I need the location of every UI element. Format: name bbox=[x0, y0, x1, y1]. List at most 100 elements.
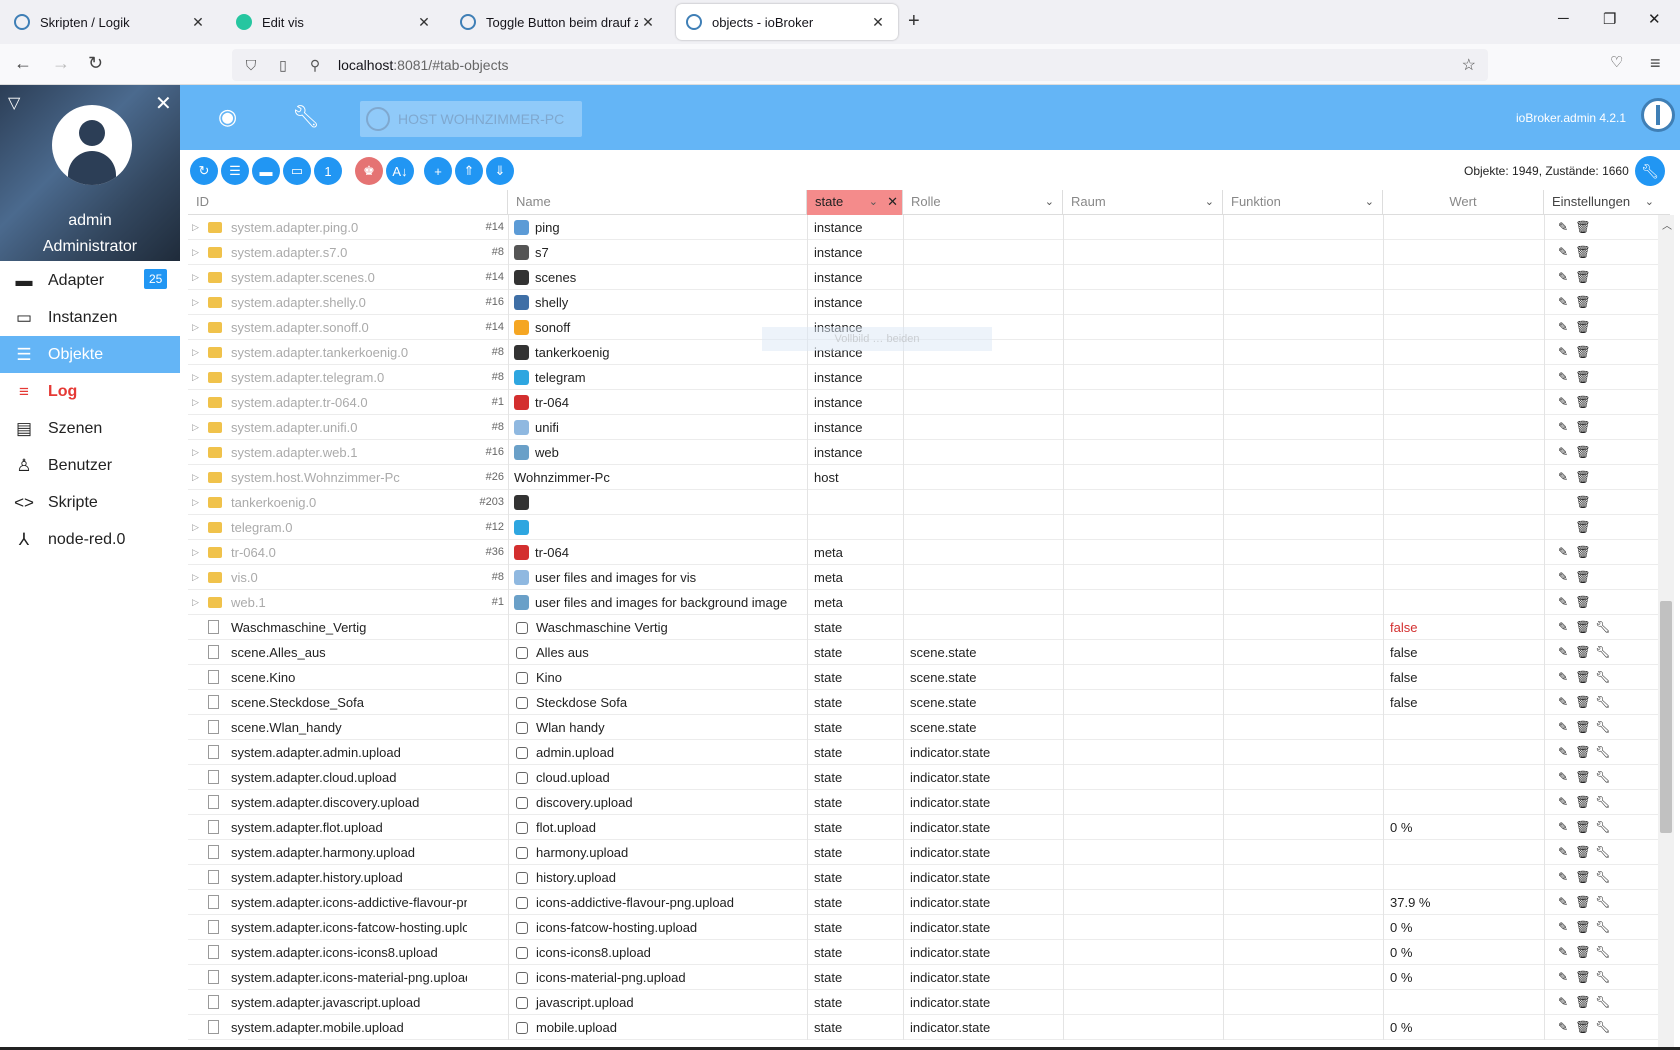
table-row[interactable]: scene.Kino Kino state scene.state false ✎ 🗑︎ 🔧︎ bbox=[188, 665, 1664, 690]
object-name[interactable]: unifi bbox=[508, 415, 806, 440]
table-row[interactable]: ▷ system.host.Wohnzimmer-Pc #26 Wohnzimmer-… bbox=[188, 465, 1664, 490]
object-id[interactable]: scene.Wlan_handy bbox=[231, 715, 467, 740]
object-room[interactable] bbox=[1063, 490, 1223, 515]
sidebar-item-adapter[interactable]: ▬ Adapter 25 bbox=[0, 262, 180, 299]
close-window-icon[interactable]: ✕ bbox=[1648, 10, 1661, 28]
object-name[interactable]: user files and images for vis bbox=[508, 565, 806, 590]
browser-tab-active[interactable]: objects - ioBroker ✕ bbox=[676, 4, 898, 40]
object-room[interactable] bbox=[1063, 415, 1223, 440]
table-row[interactable]: ▷ system.adapter.web.1 #16 web instance ✎ 🗑︎ bbox=[188, 440, 1664, 465]
object-function[interactable] bbox=[1223, 915, 1383, 940]
sidebar-item-log[interactable]: ≡ Log bbox=[0, 373, 180, 410]
object-role[interactable] bbox=[903, 390, 1063, 415]
close-tab-icon[interactable]: ✕ bbox=[414, 14, 434, 31]
delete-icon[interactable]: 🗑︎ bbox=[1573, 765, 1593, 790]
columns-settings-icon[interactable]: 🔧︎ bbox=[1635, 156, 1665, 186]
delete-icon[interactable]: 🗑︎ bbox=[1573, 665, 1593, 690]
object-value[interactable] bbox=[1383, 290, 1544, 315]
object-id[interactable]: system.adapter.icons-material-png.upload bbox=[231, 965, 467, 990]
object-value[interactable]: false bbox=[1383, 690, 1544, 715]
sort-az-icon[interactable]: A↓ bbox=[386, 157, 414, 185]
object-function[interactable] bbox=[1223, 315, 1383, 340]
object-id[interactable]: system.adapter.tankerkoenig.0 bbox=[231, 340, 467, 365]
object-function[interactable] bbox=[1223, 265, 1383, 290]
type-filter[interactable]: state ⌄ ✕ bbox=[807, 190, 903, 215]
delete-icon[interactable]: 🗑︎ bbox=[1573, 265, 1593, 290]
edit-icon[interactable]: ✎ bbox=[1553, 590, 1573, 615]
settings-filter[interactable]: Einstellungen ⌄ bbox=[1544, 190, 1664, 215]
delete-icon[interactable]: 🗑︎ bbox=[1573, 1015, 1593, 1040]
object-role[interactable] bbox=[903, 215, 1063, 240]
object-name[interactable] bbox=[508, 515, 806, 540]
object-function[interactable] bbox=[1223, 715, 1383, 740]
object-function[interactable] bbox=[1223, 240, 1383, 265]
edit-icon[interactable]: ✎ bbox=[1553, 665, 1573, 690]
custom-settings-wrench-icon[interactable]: 🔧︎ bbox=[1593, 640, 1613, 665]
edit-icon[interactable]: ✎ bbox=[1553, 340, 1573, 365]
object-value[interactable]: false bbox=[1383, 640, 1544, 665]
delete-icon[interactable]: 🗑︎ bbox=[1573, 840, 1593, 865]
object-room[interactable] bbox=[1063, 640, 1223, 665]
object-name[interactable]: admin.upload bbox=[508, 740, 806, 765]
object-function[interactable] bbox=[1223, 415, 1383, 440]
edit-icon[interactable]: ✎ bbox=[1553, 740, 1573, 765]
edit-icon[interactable]: ✎ bbox=[1553, 265, 1573, 290]
new-tab-icon[interactable]: + bbox=[908, 10, 920, 33]
sidebar-item-skripte[interactable]: <> Skripte bbox=[0, 484, 180, 521]
object-id[interactable]: system.adapter.mobile.upload bbox=[231, 1015, 467, 1040]
object-role[interactable] bbox=[903, 490, 1063, 515]
custom-settings-wrench-icon[interactable]: 🔧︎ bbox=[1593, 740, 1613, 765]
object-name[interactable]: history.upload bbox=[508, 865, 806, 890]
page-icon[interactable]: ▯ bbox=[270, 57, 296, 74]
object-room[interactable] bbox=[1063, 440, 1223, 465]
table-row[interactable]: ▷ system.adapter.telegram.0 #8 telegram inst… bbox=[188, 365, 1664, 390]
table-row[interactable]: ▷ system.adapter.ping.0 #14 ping instance ✎ 🗑︎ bbox=[188, 215, 1664, 240]
table-row[interactable]: system.adapter.history.upload history.upl… bbox=[188, 865, 1664, 890]
scroll-up-icon[interactable]: ︿ bbox=[1662, 217, 1672, 232]
expand-row-icon[interactable]: ▷ bbox=[192, 315, 204, 340]
object-role[interactable]: indicator.state bbox=[903, 990, 1063, 1015]
address-bar[interactable]: ⛉ ▯ ⚲ localhost:8081/#tab-objects ☆ bbox=[232, 49, 1488, 81]
object-room[interactable] bbox=[1063, 615, 1223, 640]
folder-closed-icon[interactable]: ▭ bbox=[283, 157, 311, 185]
refresh-icon[interactable]: ↻ bbox=[190, 157, 218, 185]
delete-icon[interactable]: 🗑︎ bbox=[1573, 415, 1593, 440]
object-id[interactable]: system.adapter.admin.upload bbox=[231, 740, 467, 765]
edit-icon[interactable]: ✎ bbox=[1553, 840, 1573, 865]
object-value[interactable]: 0 % bbox=[1383, 815, 1544, 840]
delete-icon[interactable]: 🗑︎ bbox=[1573, 790, 1593, 815]
object-role[interactable]: indicator.state bbox=[903, 1015, 1063, 1040]
object-room[interactable] bbox=[1063, 515, 1223, 540]
table-row[interactable]: ▷ vis.0 #8 user files and images for vis met… bbox=[188, 565, 1664, 590]
object-value[interactable] bbox=[1383, 865, 1544, 890]
edit-icon[interactable]: ✎ bbox=[1553, 965, 1573, 990]
object-value[interactable] bbox=[1383, 540, 1544, 565]
expand-row-icon[interactable]: ▷ bbox=[192, 565, 204, 590]
object-room[interactable] bbox=[1063, 365, 1223, 390]
edit-icon[interactable]: ✎ bbox=[1553, 365, 1573, 390]
custom-settings-wrench-icon[interactable]: 🔧︎ bbox=[1593, 715, 1613, 740]
object-value[interactable] bbox=[1383, 390, 1544, 415]
object-id[interactable]: scene.Alles_aus bbox=[231, 640, 467, 665]
delete-icon[interactable]: 🗑︎ bbox=[1573, 290, 1593, 315]
object-role[interactable]: indicator.state bbox=[903, 965, 1063, 990]
object-name[interactable]: ping bbox=[508, 215, 806, 240]
object-function[interactable] bbox=[1223, 340, 1383, 365]
edit-icon[interactable]: ✎ bbox=[1553, 790, 1573, 815]
bookmark-star-icon[interactable]: ☆ bbox=[1462, 55, 1476, 75]
object-id[interactable]: system.adapter.discovery.upload bbox=[231, 790, 467, 815]
wrench-icon[interactable]: 🔧︎ bbox=[292, 104, 320, 130]
custom-settings-wrench-icon[interactable]: 🔧︎ bbox=[1593, 690, 1613, 715]
table-row[interactable]: ▷ system.adapter.shelly.0 #16 shelly instanc… bbox=[188, 290, 1664, 315]
object-function[interactable] bbox=[1223, 665, 1383, 690]
object-name[interactable]: tr-064 bbox=[508, 540, 806, 565]
object-function[interactable] bbox=[1223, 365, 1383, 390]
edit-icon[interactable]: ✎ bbox=[1553, 240, 1573, 265]
object-room[interactable] bbox=[1063, 315, 1223, 340]
expand-row-icon[interactable]: ▷ bbox=[192, 290, 204, 315]
object-function[interactable] bbox=[1223, 390, 1383, 415]
object-function[interactable] bbox=[1223, 690, 1383, 715]
edit-icon[interactable]: ✎ bbox=[1553, 290, 1573, 315]
table-row[interactable]: system.adapter.flot.upload flot.upload sta… bbox=[188, 815, 1664, 840]
object-value[interactable]: 0 % bbox=[1383, 915, 1544, 940]
